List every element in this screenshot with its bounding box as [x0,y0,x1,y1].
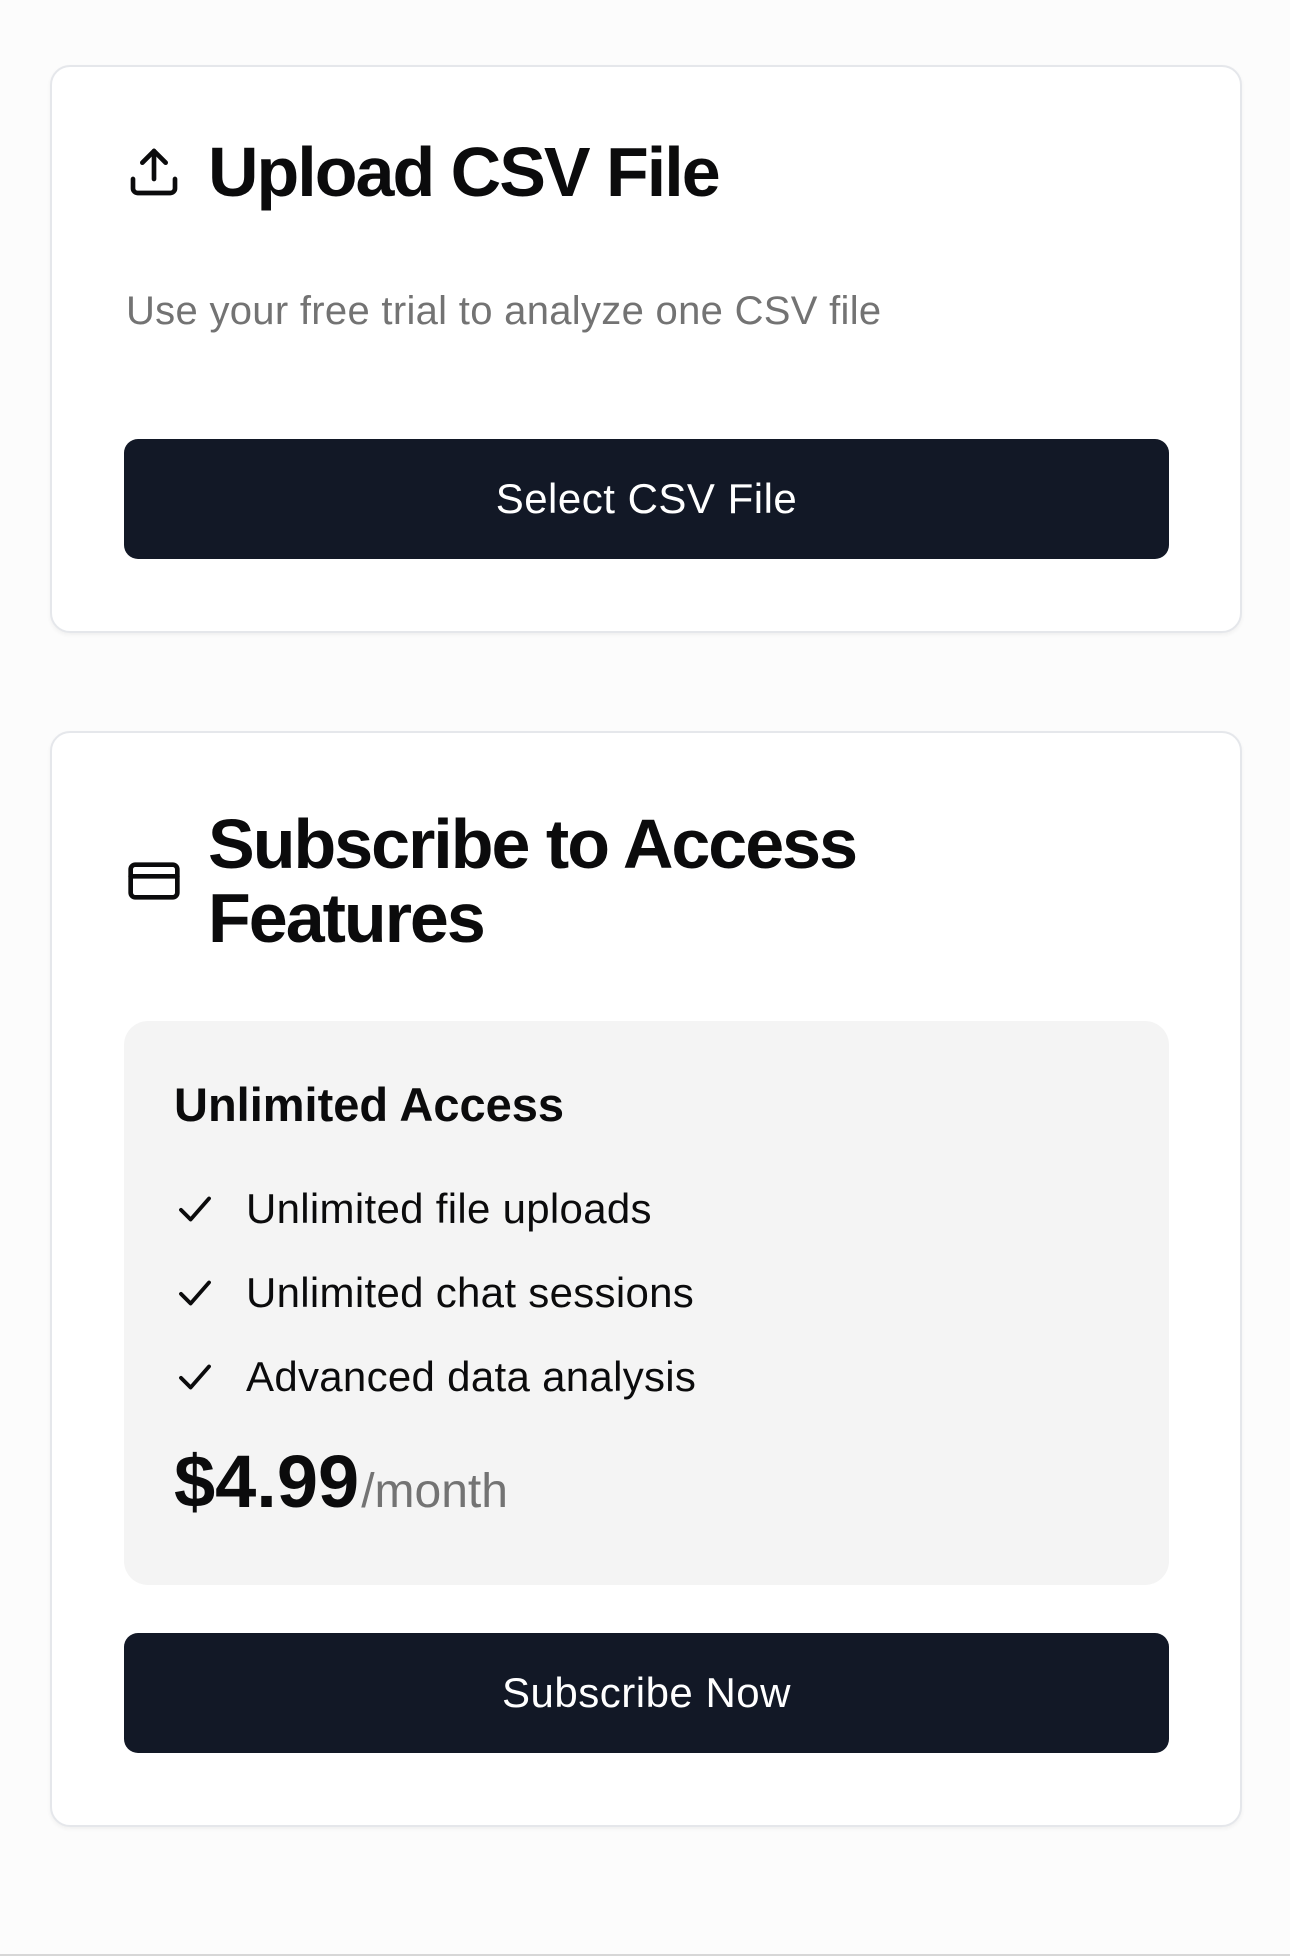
subscribe-title: Subscribe to Access Features [208,805,858,957]
feature-item: Unlimited file uploads [174,1167,696,1251]
feature-text: Unlimited file uploads [246,1185,652,1232]
subscribe-now-button[interactable]: Subscribe Now [124,1633,1169,1753]
credit-card-icon [126,853,182,909]
upload-icon [126,144,182,200]
check-icon [174,1356,216,1398]
price-row: $4.99 /month [174,1439,508,1524]
upload-subtitle: Use your free trial to analyze one CSV f… [126,289,882,333]
upload-title: Upload CSV File [208,133,721,211]
price-period: /month [361,1465,508,1518]
plan-box: Unlimited Access Unlimited file uploads … [124,1021,1169,1585]
subscribe-card: Subscribe to Access Features Unlimited A… [50,731,1242,1827]
feature-text: Advanced data analysis [246,1353,697,1400]
subscribe-header: Subscribe to Access Features [126,807,1028,955]
upload-card: Upload CSV File Use your free trial to a… [50,65,1242,633]
feature-item: Unlimited chat sessions [174,1251,696,1335]
plan-name: Unlimited Access [174,1078,565,1131]
upload-header: Upload CSV File [126,133,721,211]
price-amount: $4.99 [174,1440,360,1523]
check-icon [174,1188,216,1230]
select-csv-button[interactable]: Select CSV File [124,439,1169,559]
check-icon [174,1272,216,1314]
feature-item: Advanced data analysis [174,1335,696,1419]
feature-list: Unlimited file uploads Unlimited chat se… [174,1167,696,1419]
feature-text: Unlimited chat sessions [246,1269,695,1316]
